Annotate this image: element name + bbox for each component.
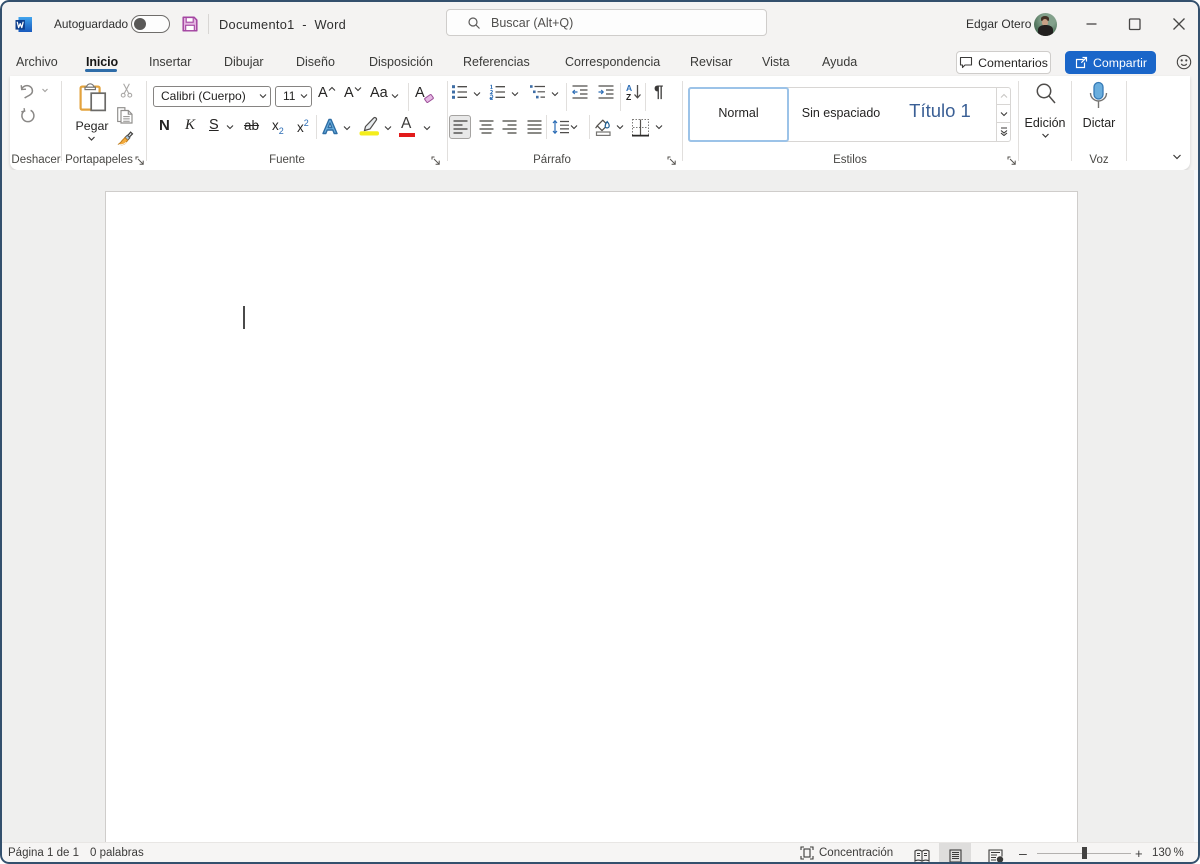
- svg-text:i: i: [999, 857, 1000, 863]
- svg-text:Z: Z: [626, 92, 631, 101]
